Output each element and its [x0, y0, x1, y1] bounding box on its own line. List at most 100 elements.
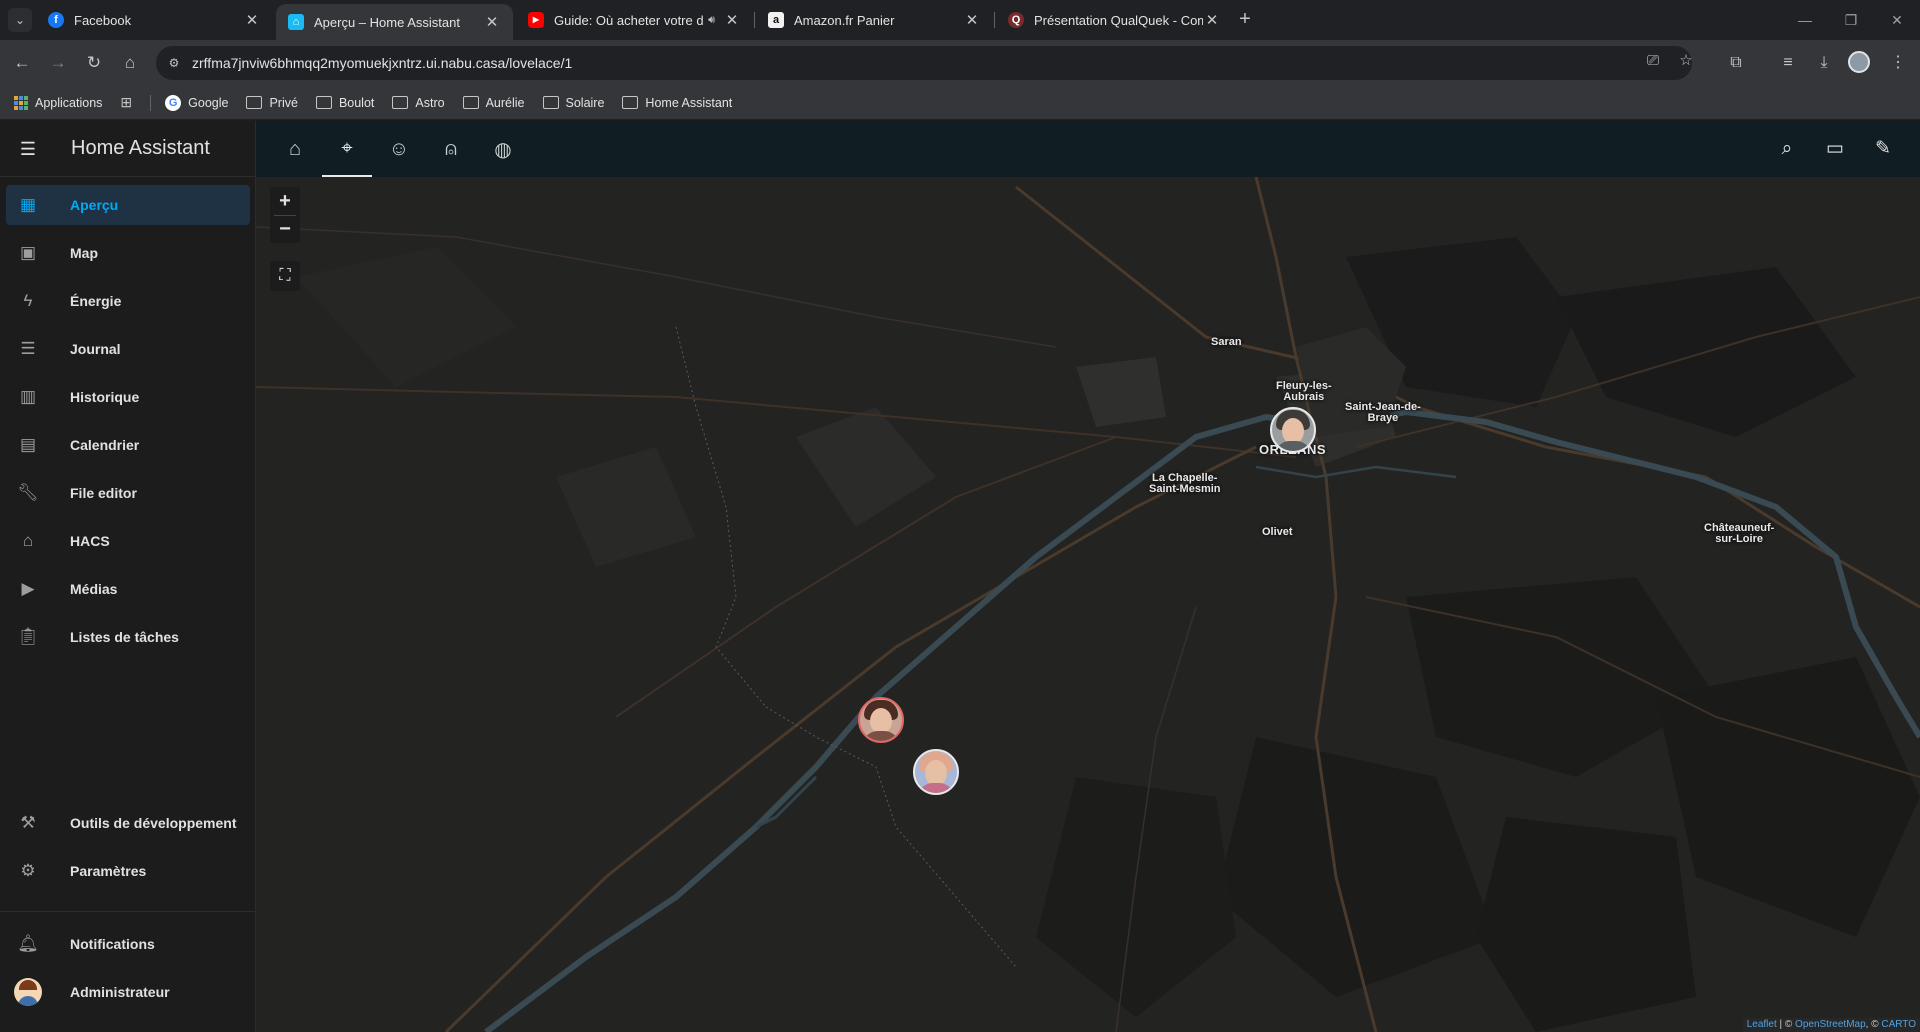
bookmark-folder-boulot[interactable]: Boulot: [315, 95, 375, 110]
more-menu-icon[interactable]: ⋮: [1884, 49, 1912, 77]
close-icon[interactable]: ✕: [1203, 11, 1221, 29]
sidebar-item-listes-de-taches[interactable]: 📋︎ Listes de tâches: [6, 617, 250, 657]
sidebar-item-notifications[interactable]: 🔔︎ Notifications: [6, 924, 250, 964]
person-marker[interactable]: [1270, 407, 1316, 453]
sidebar-item-outils-de-developpement[interactable]: ⚒ Outils de développement: [6, 803, 250, 843]
sidebar-item-historique[interactable]: ▥ Historique: [6, 377, 250, 417]
bookmark-folder-aurelie[interactable]: Aurélie: [462, 96, 525, 110]
folder-icon: [315, 96, 332, 109]
close-icon[interactable]: ✕: [963, 11, 981, 29]
extensions-icon[interactable]: ⧉: [1722, 49, 1750, 77]
url-text[interactable]: zrffma7jnviw6bhmqq2myomuekjxntrz.ui.nabu…: [192, 55, 572, 71]
browser-tab-youtube[interactable]: ▶ Guide: Où acheter votre do 🔊︎ ✕: [516, 0, 753, 40]
sidebar-item-label: Énergie: [70, 293, 122, 309]
bookmark-folder-home-assistant[interactable]: Home Assistant: [622, 96, 732, 110]
leaflet-link[interactable]: Leaflet: [1747, 1019, 1777, 1030]
view-tab-globe[interactable]: ◍: [478, 121, 528, 177]
search-icon[interactable]: ⌕: [1775, 137, 1799, 161]
sidebar-item-label: Médias: [70, 581, 118, 597]
download-icon[interactable]: ⤓: [1810, 49, 1838, 77]
sidebar-item-medias[interactable]: ▶ Médias: [6, 569, 250, 609]
pencil-icon[interactable]: ✎: [1871, 137, 1895, 161]
forward-arrow-icon[interactable]: →: [44, 49, 72, 77]
bookmark-star-icon[interactable]: ☆: [1674, 49, 1698, 73]
map-attribution: Leaflet | © OpenStreetMap, © CARTO: [1742, 1018, 1920, 1032]
browser-tab-home-assistant[interactable]: ⌂ Aperçu – Home Assistant ✕: [276, 4, 513, 40]
tab-separator: [994, 12, 995, 28]
openstreetmap-link[interactable]: OpenStreetMap: [1795, 1019, 1866, 1030]
sidebar-item-apercu[interactable]: ▦ Aperçu: [6, 185, 250, 225]
person-marker[interactable]: [858, 697, 904, 743]
browser-tab-amazon[interactable]: a Amazon.fr Panier ✕: [756, 0, 993, 40]
place-label-chateauneuf-sur-loire: Châteauneuf- sur-Loire: [1704, 522, 1775, 545]
window-close-icon[interactable]: ✕: [1874, 0, 1920, 40]
view-tab-map[interactable]: ⌖: [322, 121, 372, 177]
browser-tab-facebook[interactable]: f Facebook ✕: [36, 0, 273, 40]
home-icon[interactable]: ⌂: [116, 49, 144, 77]
fit-map-button[interactable]: ⛶: [270, 261, 300, 291]
folder-icon: [622, 96, 639, 109]
view-tab-vacuum[interactable]: ⍝: [426, 121, 476, 177]
facebook-icon: f: [48, 12, 64, 28]
close-icon[interactable]: ✕: [723, 11, 741, 29]
amazon-icon: a: [768, 12, 784, 28]
google-icon: G: [165, 94, 182, 111]
sidebar-item-map[interactable]: ▣ Map: [6, 233, 250, 273]
zoom-out-button[interactable]: −: [270, 215, 300, 243]
bookmark-tab-groups[interactable]: ⊞: [120, 94, 132, 111]
sidebar-item-label: Aperçu: [70, 197, 119, 213]
minimize-icon[interactable]: —: [1782, 0, 1828, 40]
bookmarks-separator: [150, 94, 152, 111]
bookmark-applications[interactable]: Applications: [14, 95, 103, 110]
sidebar-item-user[interactable]: Administrateur: [6, 972, 250, 1012]
bookmark-folder-prive[interactable]: Privé: [246, 96, 298, 110]
profile-avatar[interactable]: [1848, 51, 1870, 73]
address-bar[interactable]: ⚙ zrffma7jnviw6bhmqq2myomuekjxntrz.ui.na…: [156, 46, 1692, 80]
close-icon[interactable]: ✕: [483, 13, 501, 31]
home-assistant-icon: ⌂: [288, 14, 304, 30]
bookmark-folder-solaire[interactable]: Solaire: [542, 96, 604, 110]
sidebar-item-calendrier[interactable]: ▤ Calendrier: [6, 425, 250, 465]
map-view[interactable]: + − ⛶ Saran Fleury-les- Aubrais Saint-Je…: [256, 177, 1920, 1032]
close-icon[interactable]: ✕: [243, 11, 261, 29]
install-app-icon[interactable]: ⎚: [1641, 49, 1665, 73]
attribution-separator: | ©: [1776, 1019, 1796, 1030]
restore-icon[interactable]: ❐: [1828, 0, 1874, 40]
youtube-icon: ▶: [528, 12, 544, 28]
sidebar-item-label: Calendrier: [70, 437, 140, 453]
sidebar-item-file-editor[interactable]: 🔧︎ File editor: [6, 473, 250, 513]
apps-icon: [14, 95, 28, 110]
back-arrow-icon[interactable]: ←: [8, 49, 36, 77]
sidebar-header: ☰ Home Assistant: [0, 121, 256, 177]
carto-link[interactable]: CARTO: [1881, 1019, 1916, 1030]
forum-icon: Q: [1008, 12, 1024, 28]
assist-icon[interactable]: ▭: [1823, 137, 1847, 161]
view-tab-people[interactable]: ☺: [374, 121, 424, 177]
sidebar-item-hacs[interactable]: ⌂ HACS: [6, 521, 250, 561]
folder-icon: [462, 96, 479, 109]
place-label-saran: Saran: [1211, 336, 1242, 348]
folder-icon: [246, 96, 263, 109]
bookmark-folder-astro[interactable]: Astro: [392, 96, 445, 110]
bookmark-google[interactable]: G Google: [165, 94, 228, 111]
reload-icon[interactable]: ↻: [80, 49, 108, 77]
media-queue-icon[interactable]: ≡: [1774, 49, 1802, 77]
sidebar-item-journal[interactable]: ☰ Journal: [6, 329, 250, 369]
person-marker[interactable]: [913, 749, 959, 795]
menu-collapse-icon[interactable]: ☰: [16, 137, 40, 161]
dashboard-header: ⌂ ⌖ ☺ ⍝ ◍ ⌕ ▭ ✎: [256, 121, 1920, 177]
site-info-icon[interactable]: ⚙: [156, 56, 192, 70]
tab-search-chevron-icon[interactable]: ⌄: [8, 8, 32, 32]
bookmark-label: Boulot: [338, 95, 375, 110]
view-tab-home[interactable]: ⌂: [270, 121, 320, 177]
avatar: [14, 978, 42, 1006]
bookmark-label: Applications: [35, 95, 103, 110]
new-tab-plus-icon[interactable]: +: [1233, 8, 1257, 32]
sidebar-item-parametres[interactable]: ⚙ Paramètres: [6, 851, 250, 891]
zoom-in-button[interactable]: +: [270, 187, 300, 215]
tab-title: Facebook: [74, 12, 132, 28]
chart-icon: ▥: [19, 387, 37, 406]
browser-tab-qualquek[interactable]: Q Présentation QualQuek - Comm ✕: [996, 0, 1233, 40]
sidebar-item-energie[interactable]: ϟ Énergie: [6, 281, 250, 321]
speaker-icon[interactable]: 🔊︎: [708, 14, 715, 27]
